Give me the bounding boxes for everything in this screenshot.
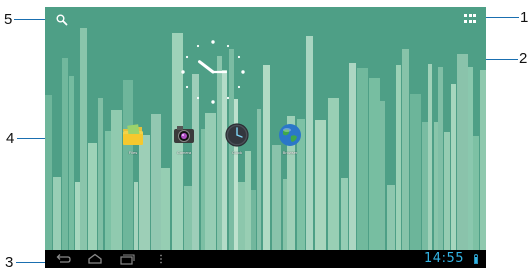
wallpaper-stripe	[251, 190, 256, 250]
clock-hour-dot	[181, 70, 185, 74]
system-navigation-bar: 14:55	[45, 250, 486, 268]
wallpaper-stripe	[396, 65, 401, 250]
wallpaper-stripe	[263, 65, 270, 250]
wallpaper-stripe	[473, 136, 479, 250]
battery-icon[interactable]	[474, 254, 478, 264]
wallpaper-stripe	[387, 185, 395, 250]
wallpaper-stripe	[444, 132, 450, 250]
globe-icon	[279, 124, 301, 146]
all-apps-icon[interactable]	[464, 14, 476, 24]
camera-icon	[174, 126, 194, 143]
wallpaper-stripe	[161, 168, 170, 250]
callout-2: 2	[519, 50, 528, 67]
wallpaper-stripe	[88, 143, 97, 250]
app-label: Clock	[231, 150, 242, 155]
clock-hour-dot	[237, 85, 241, 89]
clock-hour-dot	[185, 85, 189, 89]
app-label: Browser	[282, 150, 298, 155]
wallpaper-stripe	[123, 80, 133, 250]
wallpaper-stripe	[98, 98, 103, 250]
clock-hour-dot	[226, 44, 230, 48]
app-shortcut-clock[interactable]: Clock	[217, 122, 257, 155]
tablet-home-screen: Files Camera Clock Browser 14:55	[45, 7, 486, 268]
status-bar-clock[interactable]: 14:55	[424, 251, 464, 266]
wallpaper-stripe	[62, 58, 68, 250]
wallpaper-stripe	[410, 94, 421, 250]
wallpaper-stripe	[184, 186, 192, 250]
wallpaper-stripe	[380, 101, 385, 250]
clock-hour-dot	[241, 70, 245, 74]
wallpaper-stripe	[480, 70, 486, 250]
folder-icon	[123, 124, 143, 145]
wallpaper-stripe	[45, 95, 52, 250]
clock-hour-dot	[185, 55, 189, 59]
clock-hour-dot	[196, 44, 200, 48]
wallpaper-stripe	[457, 54, 468, 250]
wallpaper-stripe	[349, 63, 356, 250]
menu-icon[interactable]	[153, 253, 169, 265]
wallpaper-stripe	[369, 78, 380, 250]
wallpaper-stripe	[257, 109, 261, 250]
wallpaper-stripe	[451, 84, 456, 250]
wallpaper-stripe	[341, 178, 348, 250]
clock-hour-hand	[198, 60, 215, 74]
wallpaper-stripe	[205, 113, 216, 250]
wallpaper-stripe	[238, 182, 245, 250]
back-icon[interactable]	[55, 253, 71, 265]
wallpaper	[45, 7, 486, 250]
wallpaper-stripe	[328, 98, 339, 250]
clock-hour-dot	[211, 100, 215, 104]
wallpaper-stripe	[53, 177, 61, 250]
wallpaper-stripe	[438, 67, 443, 250]
clock-hour-dot	[237, 55, 241, 59]
wallpaper-stripe	[315, 120, 326, 250]
clock-hour-dot	[226, 96, 230, 100]
home-icon[interactable]	[87, 253, 103, 265]
wallpaper-stripe	[272, 145, 281, 250]
app-label: Files	[128, 150, 138, 155]
callout-4: 4	[6, 130, 15, 147]
wallpaper-stripe	[69, 76, 74, 250]
wallpaper-stripe	[357, 68, 368, 250]
wallpaper-stripe	[80, 28, 87, 250]
recent-apps-icon[interactable]	[119, 253, 135, 265]
callout-5: 5	[4, 11, 13, 28]
app-label: Camera	[176, 150, 192, 155]
app-shortcut-browser[interactable]: Browser	[270, 122, 310, 155]
wallpaper-stripe	[134, 182, 138, 250]
analog-clock-widget[interactable]	[176, 35, 250, 109]
app-shortcut-camera[interactable]: Camera	[164, 122, 204, 155]
clock-hour-dot	[196, 96, 200, 100]
app-shortcut-files[interactable]: Files	[113, 122, 153, 155]
search-icon[interactable]	[55, 13, 69, 27]
callout-1: 1	[520, 9, 529, 26]
wallpaper-stripe	[428, 64, 432, 250]
clock-hour-dot	[211, 40, 215, 44]
clock-icon	[225, 123, 249, 147]
wallpaper-stripe	[402, 49, 409, 250]
